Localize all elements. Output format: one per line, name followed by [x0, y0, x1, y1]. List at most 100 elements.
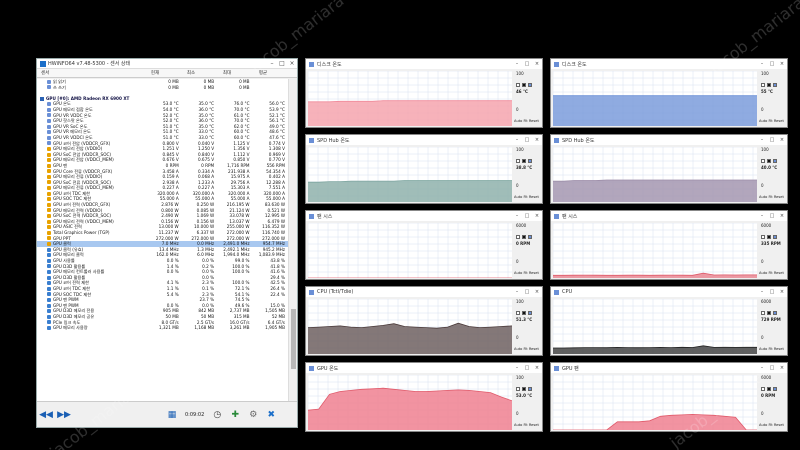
close-x-icon[interactable]: ✖ — [264, 408, 278, 422]
maximize-button[interactable]: □ — [522, 365, 532, 371]
graph-color-chips[interactable] — [761, 83, 777, 87]
close-button[interactable]: × — [532, 289, 542, 295]
vertical-scrollbar[interactable] — [288, 79, 297, 401]
close-button[interactable]: × — [532, 137, 542, 143]
graph-window[interactable]: GPU 팬 – □ × 6000 0 RPM 0 Auto Fit Reset — [550, 362, 788, 432]
close-button[interactable]: × — [532, 213, 542, 219]
col-current[interactable]: 현재 — [137, 70, 173, 76]
sensor-icon — [47, 135, 51, 140]
maximize-button[interactable]: □ — [767, 213, 777, 219]
graph-autofit-reset-buttons[interactable]: Auto Fit Reset — [759, 271, 784, 275]
graph-title: SPD Hub 온도 — [562, 137, 595, 144]
minimize-button[interactable]: – — [512, 289, 522, 295]
graph-color-chips[interactable] — [516, 311, 532, 315]
close-button[interactable]: × — [287, 60, 297, 67]
graph-color-chips[interactable] — [761, 159, 777, 163]
graph-min-label: 0 — [761, 183, 764, 188]
minimize-button[interactable]: – — [512, 365, 522, 371]
maximize-button[interactable]: □ — [522, 289, 532, 295]
graph-current-value: 0 RPM — [761, 393, 776, 398]
graph-titlebar[interactable]: SPD Hub 온도 – □ × — [551, 135, 787, 145]
value-avg: 22.4 % — [270, 291, 285, 297]
graph-titlebar[interactable]: GPU 온도 – □ × — [306, 363, 542, 373]
add-icon[interactable]: ✚ — [228, 408, 242, 422]
scrollbar-thumb[interactable] — [291, 309, 296, 369]
graph-titlebar[interactable]: SPD Hub 온도 – □ × — [306, 135, 542, 145]
maximize-button[interactable]: □ — [767, 365, 777, 371]
minimize-button[interactable]: – — [267, 60, 277, 67]
graph-color-chips[interactable] — [761, 311, 777, 315]
graph-titlebar[interactable]: GPU 팬 – □ × — [551, 363, 787, 373]
graph-color-chips[interactable] — [761, 387, 777, 391]
graph-titlebar[interactable]: CPU – □ × — [551, 287, 787, 297]
main-titlebar[interactable]: HWiNFO64 v7.48-5300 - 센서 상태 – □ × — [37, 59, 297, 69]
minimize-button[interactable]: – — [757, 61, 767, 67]
close-button[interactable]: × — [777, 213, 787, 219]
graph-color-chips[interactable] — [761, 235, 777, 239]
graph-autofit-reset-buttons[interactable]: Auto Fit Reset — [514, 119, 539, 123]
col-max[interactable]: 최대 — [209, 70, 245, 76]
sensor-list[interactable]: 읽 읽기 0 MB 0 MB 0 MB 쓰 쓰기 0 MB 0 MB 0 MB GPU [#0]… — [37, 79, 289, 401]
maximize-button[interactable]: □ — [767, 137, 777, 143]
column-header: 센서 현재 최소 최대 평균 — [37, 69, 297, 78]
close-button[interactable]: × — [777, 289, 787, 295]
minimize-button[interactable]: – — [512, 137, 522, 143]
graph-window[interactable]: 디스크 온도 – □ × 100 55 °C 0 Auto Fit Reset — [550, 58, 788, 128]
graph-autofit-reset-buttons[interactable]: Auto Fit Reset — [759, 423, 784, 427]
graph-titlebar[interactable]: 디스크 온도 – □ × — [306, 59, 542, 69]
maximize-button[interactable]: □ — [767, 289, 777, 295]
close-button[interactable]: × — [532, 61, 542, 67]
graph-titlebar[interactable]: 디스크 온도 – □ × — [551, 59, 787, 69]
graph-autofit-reset-buttons[interactable]: Auto Fit Reset — [514, 271, 539, 275]
graph-current-value: 0 RPM — [516, 241, 531, 246]
close-button[interactable]: × — [532, 365, 542, 371]
graph-color-chips[interactable] — [516, 83, 532, 87]
sensor-row[interactable]: GPU 메모리 사용량 1,321 MB 1,168 MB 3,261 MB 1,905… — [37, 325, 289, 331]
graph-window[interactable]: 팬 시스 – □ × 6000 0 RPM 0 Auto Fit Reset — [305, 210, 543, 280]
minimize-button[interactable]: – — [512, 61, 522, 67]
graph-icon — [554, 61, 559, 67]
nav-left-icon[interactable]: ◀◀ — [39, 408, 53, 422]
graph-window[interactable]: SPD Hub 온도 – □ × 100 40.0 °C 0 Auto Fit Reset — [550, 134, 788, 204]
graph-autofit-reset-buttons[interactable]: Auto Fit Reset — [514, 195, 539, 199]
network-icon[interactable]: ▦ — [165, 408, 179, 422]
graph-window[interactable]: GPU 온도 – □ × 100 53.0 °C 0 Auto Fit Reset — [305, 362, 543, 432]
graph-autofit-reset-buttons[interactable]: Auto Fit Reset — [759, 119, 784, 123]
graph-color-chips[interactable] — [516, 235, 532, 239]
maximize-button[interactable]: □ — [522, 61, 532, 67]
graph-window[interactable]: SPD Hub 온도 – □ × 100 38.8 °C 0 Auto Fit Reset — [305, 134, 543, 204]
minimize-button[interactable]: – — [757, 365, 767, 371]
minimize-button[interactable]: – — [757, 213, 767, 219]
close-button[interactable]: × — [777, 365, 787, 371]
settings-icon[interactable]: ⚙ — [246, 408, 260, 422]
graph-autofit-reset-buttons[interactable]: Auto Fit Reset — [759, 195, 784, 199]
graph-autofit-reset-buttons[interactable]: Auto Fit Reset — [514, 347, 539, 351]
graph-color-chips[interactable] — [516, 159, 532, 163]
graph-autofit-reset-buttons[interactable]: Auto Fit Reset — [514, 423, 539, 427]
clock-icon[interactable]: ◷ — [210, 408, 224, 422]
graph-color-chips[interactable] — [516, 387, 532, 391]
minimize-button[interactable]: – — [512, 213, 522, 219]
close-button[interactable]: × — [777, 137, 787, 143]
maximize-button[interactable]: □ — [522, 213, 532, 219]
col-avg[interactable]: 평균 — [245, 70, 281, 76]
minimize-button[interactable]: – — [757, 289, 767, 295]
graph-window[interactable]: CPU – □ × 6000 729 RPM 0 Auto Fit Reset — [550, 286, 788, 356]
graph-icon — [554, 365, 559, 371]
sensor-row[interactable]: 쓰 쓰기 0 MB 0 MB 0 MB — [37, 85, 289, 91]
nav-right-icon[interactable]: ▶▶ — [57, 408, 71, 422]
col-min[interactable]: 최소 — [173, 70, 209, 76]
minimize-button[interactable]: – — [757, 137, 767, 143]
close-button[interactable]: × — [777, 61, 787, 67]
graph-window[interactable]: CPU (Tctl/Tdie) – □ × 100 51.3 °C 0 Auto Fit Re… — [305, 286, 543, 356]
maximize-button[interactable]: □ — [277, 60, 287, 67]
graph-autofit-reset-buttons[interactable]: Auto Fit Reset — [759, 347, 784, 351]
maximize-button[interactable]: □ — [522, 137, 532, 143]
graph-window[interactable]: 팬 시스 – □ × 6000 335 RPM 0 Auto Fit Reset — [550, 210, 788, 280]
col-sensor[interactable]: 센서 — [37, 70, 137, 76]
graph-titlebar[interactable]: 팬 시스 – □ × — [551, 211, 787, 221]
graph-titlebar[interactable]: CPU (Tctl/Tdie) – □ × — [306, 287, 542, 297]
graph-titlebar[interactable]: 팬 시스 – □ × — [306, 211, 542, 221]
graph-window[interactable]: 디스크 온도 – □ × 100 46 °C 0 Auto Fit Reset — [305, 58, 543, 128]
maximize-button[interactable]: □ — [767, 61, 777, 67]
